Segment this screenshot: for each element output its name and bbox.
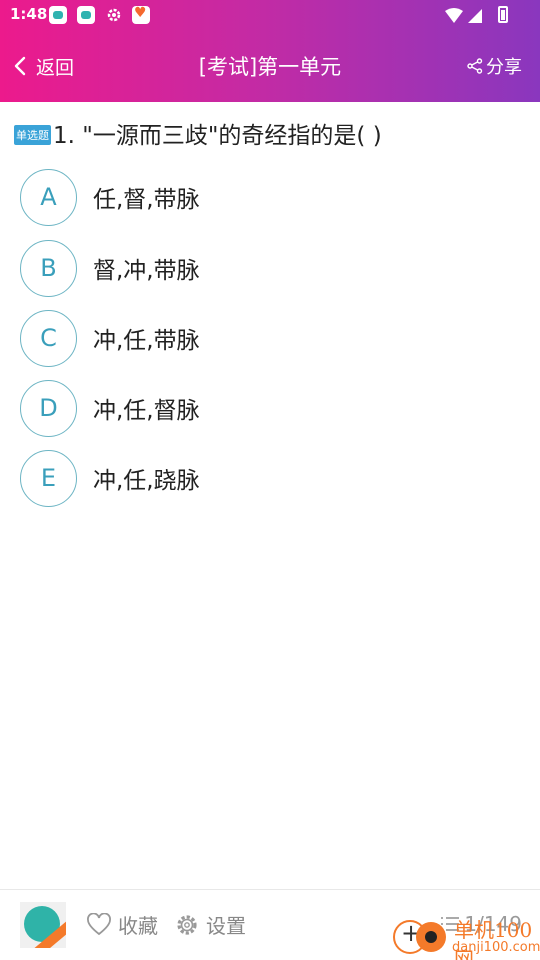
settings-notification-icon (105, 6, 123, 24)
option-text: 冲,任,带脉 (93, 328, 200, 354)
notification-app-icon-2 (77, 6, 95, 24)
option-letter: E (20, 449, 77, 507)
option-text: 督,冲,带脉 (93, 258, 200, 284)
title-bar: 返回 [考试]第一单元 分享 (0, 30, 540, 102)
status-time: 1:48 (10, 5, 48, 23)
option-text: 冲,任,督脉 (93, 398, 200, 424)
page-title: [考试]第一单元 (198, 55, 342, 79)
app-logo[interactable] (20, 902, 66, 948)
settings-label: 设置 (206, 914, 246, 938)
question: 单选题 1. "一源而三歧"的奇经指的是( ) (14, 116, 530, 150)
share-icon (467, 58, 483, 74)
notification-app-icon (49, 6, 67, 24)
app-header: 1:48 返回 [考试]第一单元 分享 (0, 0, 540, 102)
share-button[interactable]: 分享 (467, 50, 522, 82)
question-text: 1. "一源而三歧"的奇经指的是( ) (53, 123, 382, 149)
heart-icon (87, 912, 111, 935)
option-letter: D (20, 379, 77, 437)
option-b[interactable]: B 督,冲,带脉 (20, 239, 200, 297)
option-text: 冲,任,跷脉 (93, 468, 200, 494)
favorite-label: 收藏 (118, 914, 158, 938)
watermark: 单机100网 danji100.com (390, 910, 540, 960)
system-indicators (444, 7, 506, 29)
status-bar: 1:48 (0, 0, 540, 30)
option-letter: A (20, 168, 77, 226)
option-a[interactable]: A 任,督,带脉 (20, 168, 200, 226)
option-c[interactable]: C 冲,任,带脉 (20, 309, 200, 367)
option-letter: C (20, 309, 77, 367)
health-app-icon (132, 5, 150, 24)
option-d[interactable]: D 冲,任,督脉 (20, 379, 200, 437)
settings-button[interactable]: 设置 (174, 910, 246, 939)
watermark-url: danji100.com (452, 940, 540, 955)
option-e[interactable]: E 冲,任,跷脉 (20, 449, 200, 507)
watermark-eye-icon (416, 922, 446, 952)
wifi-icon (445, 8, 463, 23)
question-type-badge: 单选题 (14, 125, 51, 145)
battery-icon (498, 6, 508, 23)
favorite-button[interactable]: 收藏 (86, 910, 158, 939)
option-text: 任,督,带脉 (93, 187, 200, 213)
option-letter: B (20, 239, 77, 297)
signal-icon (468, 9, 482, 23)
share-label: 分享 (486, 57, 522, 78)
gear-icon (177, 914, 197, 935)
